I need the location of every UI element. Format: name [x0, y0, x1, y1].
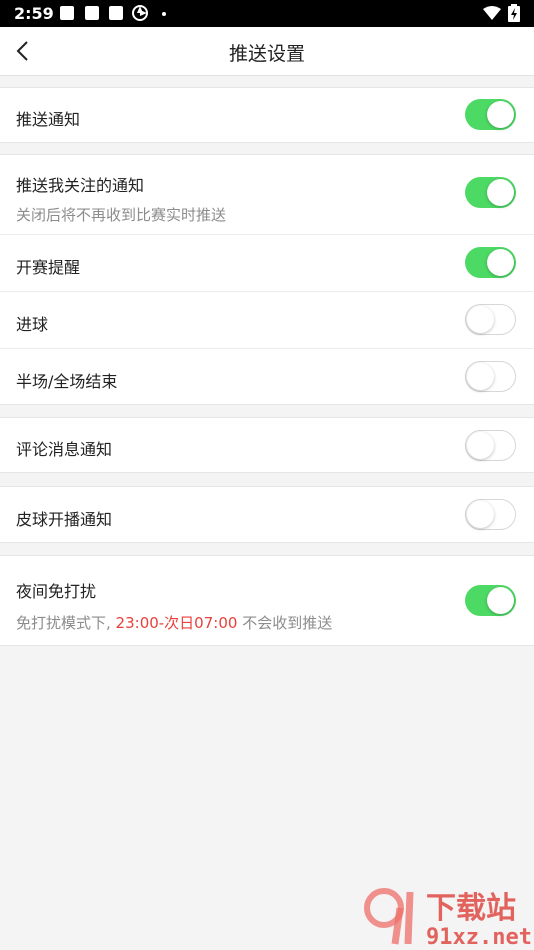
setting-row-goal[interactable]: 进球: [0, 292, 534, 349]
setting-label: 进球: [16, 315, 49, 334]
dnd-desc-prefix: 免打扰模式下,: [16, 614, 116, 632]
push-card: 推送通知: [0, 87, 534, 143]
setting-label: 半场/全场结束: [16, 372, 118, 391]
match-notify-card: 推送我关注的通知 关闭后将不再收到比赛实时推送 开赛提醒 进球 半场/全场结束: [0, 154, 534, 405]
watermark-text: 下载站: [426, 891, 516, 926]
night-dnd-toggle[interactable]: [465, 585, 516, 616]
toggle-knob: [467, 432, 494, 459]
comment-card: 评论消息通知: [0, 417, 534, 473]
toggle-knob: [467, 501, 494, 528]
aperture-icon: [132, 5, 148, 21]
battery-icon: [508, 4, 520, 22]
toggle-knob: [467, 363, 494, 390]
wifi-icon: [483, 6, 501, 20]
watermark-domain: 91xz.net: [426, 925, 532, 948]
toggle-knob: [487, 587, 514, 614]
more-notifications-dot: [162, 12, 166, 16]
toggle-knob: [467, 306, 494, 333]
setting-label: 皮球开播通知: [16, 510, 113, 529]
setting-label: 夜间免打扰: [16, 582, 97, 601]
setting-label: 推送通知: [16, 110, 81, 129]
setting-description: 关闭后将不再收到比赛实时推送: [16, 206, 227, 224]
page-title: 推送设置: [228, 43, 305, 65]
follow-notify-toggle[interactable]: [465, 177, 516, 208]
live-notify-toggle[interactable]: [465, 499, 516, 530]
status-bar: 2:59: [0, 0, 534, 27]
setting-row-follow[interactable]: 推送我关注的通知 关闭后将不再收到比赛实时推送: [0, 155, 534, 235]
push-notify-toggle[interactable]: [465, 99, 516, 130]
setting-row-night-dnd[interactable]: 夜间免打扰 免打扰模式下, 23:00-次日07:00 不会收到推送: [0, 556, 534, 647]
match-start-toggle[interactable]: [465, 247, 516, 278]
notification-icon: [60, 6, 74, 20]
setting-description: 免打扰模式下, 23:00-次日07:00 不会收到推送: [16, 612, 332, 633]
setting-row-match-start[interactable]: 开赛提醒: [0, 235, 534, 292]
notification-icon: [109, 6, 123, 20]
goal-toggle[interactable]: [465, 304, 516, 335]
live-card: 皮球开播通知: [0, 486, 534, 543]
comment-notify-toggle[interactable]: [465, 430, 516, 461]
setting-label: 推送我关注的通知: [16, 176, 145, 195]
half-full-toggle[interactable]: [465, 361, 516, 392]
site-watermark-logo: 下载站 91xz.net: [364, 888, 532, 948]
status-time: 2:59: [14, 4, 54, 23]
setting-row-live[interactable]: 皮球开播通知: [0, 487, 534, 544]
setting-row-comment[interactable]: 评论消息通知: [0, 418, 534, 474]
setting-label: 开赛提醒: [16, 258, 81, 277]
nav-header: 推送设置: [0, 27, 534, 76]
toggle-knob: [487, 249, 514, 276]
setting-label: 评论消息通知: [16, 440, 113, 459]
notification-icon: [85, 6, 99, 20]
dnd-desc-suffix: 不会收到推送: [237, 614, 333, 632]
toggle-knob: [487, 101, 514, 128]
setting-row-push[interactable]: 推送通知: [0, 88, 534, 144]
night-card: 夜间免打扰 免打扰模式下, 23:00-次日07:00 不会收到推送: [0, 555, 534, 646]
dnd-time-range: 23:00-次日07:00: [115, 614, 238, 632]
setting-row-half-full[interactable]: 半场/全场结束: [0, 349, 534, 406]
toggle-knob: [487, 179, 514, 206]
